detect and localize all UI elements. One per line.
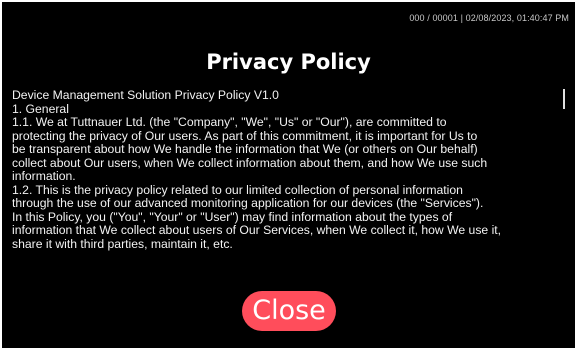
policy-line: share it with third parties, maintain it… (12, 236, 233, 251)
status-bar-info: 000 / 00001 | 02/08/2023, 01:40:47 PM (409, 13, 569, 23)
policy-line: through the use of our advanced monitori… (12, 196, 484, 210)
policy-heading: Device Management Solution Privacy Polic… (12, 88, 279, 102)
policy-text-scroll-area[interactable]: Device Management Solution Privacy Polic… (12, 88, 565, 258)
policy-line: 1.1. We at Tuttnauer Ltd. (the "Company"… (12, 115, 447, 129)
policy-line: collect about Our users, when We collect… (12, 155, 488, 170)
policy-line-cut-off (12, 251, 565, 258)
policy-line: In this Policy, you ("You", "Your" or "U… (12, 209, 453, 224)
policy-line: 1.2. This is the privacy policy related … (12, 182, 463, 197)
policy-line: information. (12, 169, 76, 183)
privacy-policy-screen: 000 / 00001 | 02/08/2023, 01:40:47 PM Pr… (2, 2, 575, 348)
policy-line: protecting the privacy of Our users. As … (12, 128, 478, 143)
page-title: Privacy Policy (206, 50, 371, 74)
policy-line: be transparent about how We handle the i… (12, 142, 478, 156)
policy-line: information that We collect about users … (12, 223, 502, 237)
close-button[interactable]: Close (242, 291, 336, 331)
policy-section-general: 1. General (12, 101, 69, 116)
